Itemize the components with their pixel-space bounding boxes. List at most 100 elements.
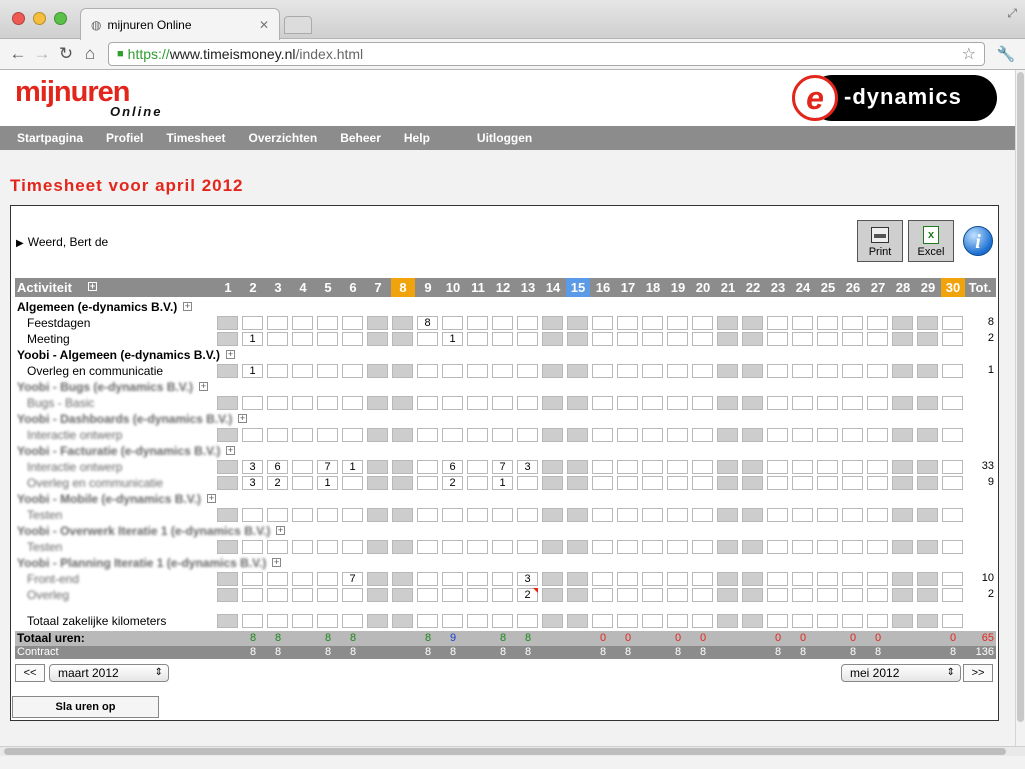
vertical-scrollbar[interactable] [1015, 70, 1025, 746]
hour-input-day-11[interactable] [467, 364, 488, 378]
hour-input-day-16[interactable] [592, 316, 613, 330]
hour-input-day-13[interactable] [517, 508, 538, 522]
hour-input-day-18[interactable] [642, 316, 663, 330]
hour-input-day-14[interactable] [542, 460, 563, 474]
hour-input-day-23[interactable] [767, 332, 788, 346]
hour-input-day-19[interactable] [667, 316, 688, 330]
hour-input-day-25[interactable] [817, 540, 838, 554]
hour-input-day-16[interactable] [592, 614, 613, 628]
hour-input-day-30[interactable] [942, 614, 963, 628]
hour-input-day-30[interactable] [942, 588, 963, 602]
hour-input-day-28[interactable] [892, 364, 913, 378]
hour-input-day-29[interactable] [917, 588, 938, 602]
hour-input-day-20[interactable] [692, 614, 713, 628]
hour-input-day-12[interactable] [492, 364, 513, 378]
hour-input-day-14[interactable] [542, 476, 563, 490]
hour-input-day-16[interactable] [592, 428, 613, 442]
hour-input-day-3[interactable] [267, 428, 288, 442]
hour-input-day-22[interactable] [742, 316, 763, 330]
home-icon[interactable]: ⌂ [78, 44, 102, 64]
hour-input-day-10[interactable] [442, 508, 463, 522]
hour-input-day-8[interactable] [392, 588, 413, 602]
hour-input-day-2[interactable]: 3 [242, 460, 263, 474]
hour-input-day-11[interactable] [467, 396, 488, 410]
hour-input-day-4[interactable] [292, 364, 313, 378]
hour-input-day-13[interactable] [517, 316, 538, 330]
hour-input-day-23[interactable] [767, 572, 788, 586]
hour-input-day-18[interactable] [642, 460, 663, 474]
hour-input-day-27[interactable] [867, 572, 888, 586]
hour-input-day-7[interactable] [367, 428, 388, 442]
hour-input-day-4[interactable] [292, 614, 313, 628]
hour-input-day-21[interactable] [717, 614, 738, 628]
hour-input-day-21[interactable] [717, 396, 738, 410]
hour-input-day-27[interactable] [867, 588, 888, 602]
info-icon[interactable]: i [963, 226, 993, 256]
hour-input-day-19[interactable] [667, 614, 688, 628]
hour-input-day-11[interactable] [467, 476, 488, 490]
hour-input-day-3[interactable] [267, 332, 288, 346]
hour-input-day-8[interactable] [392, 364, 413, 378]
hour-input-day-1[interactable] [217, 588, 238, 602]
hour-input-day-24[interactable] [792, 364, 813, 378]
hour-input-day-6[interactable]: 7 [342, 572, 363, 586]
wrench-icon[interactable]: 🔧 [993, 45, 1019, 63]
hour-input-day-17[interactable] [617, 364, 638, 378]
hour-input-day-28[interactable] [892, 572, 913, 586]
hour-input-day-1[interactable] [217, 428, 238, 442]
hour-input-day-15[interactable] [567, 508, 588, 522]
hour-input-day-14[interactable] [542, 614, 563, 628]
hour-input-day-18[interactable] [642, 572, 663, 586]
save-hours-button[interactable]: Sla uren op [12, 696, 159, 718]
hour-input-day-2[interactable]: 1 [242, 364, 263, 378]
hour-input-day-27[interactable] [867, 364, 888, 378]
hour-input-day-30[interactable] [942, 476, 963, 490]
hour-input-day-25[interactable] [817, 460, 838, 474]
hour-input-day-5[interactable] [317, 572, 338, 586]
next-month-select[interactable]: mei 2012 ⇕ [841, 664, 961, 682]
hour-input-day-12[interactable] [492, 540, 513, 554]
hour-input-day-6[interactable] [342, 614, 363, 628]
hour-input-day-1[interactable] [217, 614, 238, 628]
hour-input-day-17[interactable] [617, 460, 638, 474]
hour-input-day-25[interactable] [817, 396, 838, 410]
hour-input-day-29[interactable] [917, 540, 938, 554]
hour-input-day-15[interactable] [567, 614, 588, 628]
hour-input-day-28[interactable] [892, 396, 913, 410]
hour-input-day-20[interactable] [692, 508, 713, 522]
hour-input-day-15[interactable] [567, 396, 588, 410]
hour-input-day-3[interactable] [267, 540, 288, 554]
hour-input-day-25[interactable] [817, 364, 838, 378]
hour-input-day-14[interactable] [542, 588, 563, 602]
hour-input-day-4[interactable] [292, 476, 313, 490]
hour-input-day-7[interactable] [367, 572, 388, 586]
hour-input-day-20[interactable] [692, 364, 713, 378]
hour-input-day-30[interactable] [942, 364, 963, 378]
menu-beheer[interactable]: Beheer [340, 131, 381, 145]
zoom-window-button[interactable] [54, 12, 67, 25]
hour-input-day-21[interactable] [717, 428, 738, 442]
hour-input-day-30[interactable] [942, 508, 963, 522]
hour-input-day-8[interactable] [392, 476, 413, 490]
hour-input-day-30[interactable] [942, 316, 963, 330]
hour-input-day-26[interactable] [842, 332, 863, 346]
hour-input-day-4[interactable] [292, 572, 313, 586]
hour-input-day-25[interactable] [817, 508, 838, 522]
hour-input-day-3[interactable] [267, 508, 288, 522]
hour-input-day-12[interactable]: 1 [492, 476, 513, 490]
hour-input-day-12[interactable] [492, 614, 513, 628]
hour-input-day-20[interactable] [692, 588, 713, 602]
hour-input-day-20[interactable] [692, 428, 713, 442]
hour-input-day-6[interactable] [342, 588, 363, 602]
hour-input-day-12[interactable] [492, 508, 513, 522]
hour-input-day-5[interactable]: 7 [317, 460, 338, 474]
hour-input-day-30[interactable] [942, 460, 963, 474]
horizontal-scroll-thumb[interactable] [4, 748, 1006, 755]
hour-input-day-21[interactable] [717, 508, 738, 522]
hour-input-day-23[interactable] [767, 476, 788, 490]
hour-input-day-28[interactable] [892, 460, 913, 474]
hour-input-day-10[interactable] [442, 540, 463, 554]
hour-input-day-21[interactable] [717, 476, 738, 490]
hour-input-day-9[interactable] [417, 508, 438, 522]
hour-input-day-15[interactable] [567, 540, 588, 554]
